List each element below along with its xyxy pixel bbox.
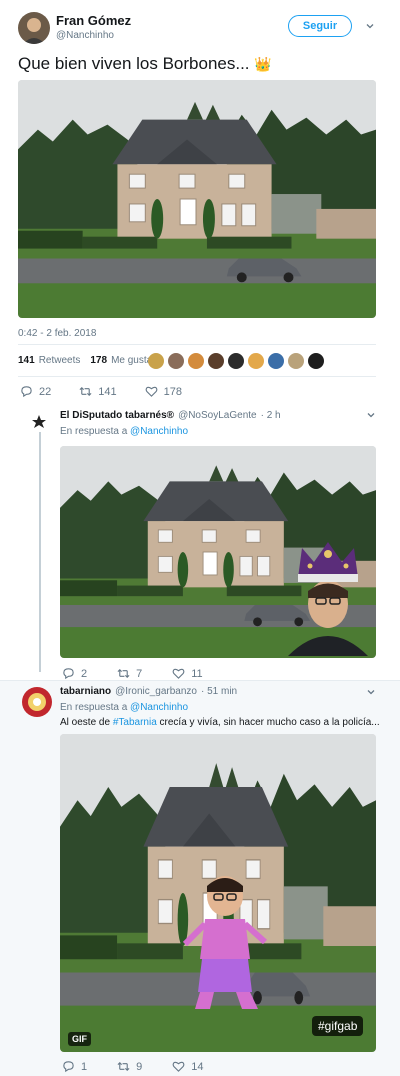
reply2-context: En respuesta a @Nanchinho bbox=[60, 702, 188, 713]
like-count: 178 bbox=[163, 385, 182, 398]
author-display-name[interactable]: Fran Gómez bbox=[56, 13, 131, 28]
liker-avatar[interactable] bbox=[228, 353, 244, 369]
like-icon bbox=[145, 386, 158, 397]
retweets-count[interactable]: 141 bbox=[18, 355, 35, 366]
retweet-count: 7 bbox=[136, 667, 143, 680]
like-count: 11 bbox=[191, 667, 203, 680]
follow-button[interactable]: Seguir bbox=[288, 15, 352, 37]
hashtag-link[interactable]: #Tabarnia bbox=[113, 717, 157, 728]
reply-button[interactable]: 22 bbox=[20, 385, 51, 398]
reply-count: 22 bbox=[39, 385, 52, 398]
liker-avatar[interactable] bbox=[148, 353, 164, 369]
reply-button[interactable]: 2 bbox=[62, 667, 87, 680]
reply1-header: El DiSputado tabarnés® @NoSoyLaGente · 2… bbox=[60, 410, 281, 421]
like-button[interactable]: 178 bbox=[145, 385, 182, 398]
reply-count: 1 bbox=[81, 1060, 88, 1073]
retweets-label[interactable]: Retweets bbox=[39, 355, 81, 366]
reply2-text: Al oeste de #Tabarnia crecía y vivía, si… bbox=[60, 717, 390, 728]
reply2-avatar[interactable] bbox=[22, 687, 52, 717]
reply2-text-after: crecía y vivía, sin hacer mucho caso a l… bbox=[159, 717, 380, 728]
reply1-avatar[interactable] bbox=[29, 412, 49, 432]
like-count: 14 bbox=[191, 1060, 204, 1073]
chevron-down-icon[interactable] bbox=[365, 21, 375, 31]
reply-icon bbox=[21, 386, 32, 398]
tweet-text: Que bien viven los Borbones... 👑 bbox=[18, 54, 272, 74]
engagement-stats: 141 Retweets 178 Me gusta bbox=[18, 355, 152, 366]
reply1-time[interactable]: · 2 h bbox=[261, 410, 281, 421]
reply1-handle[interactable]: @NoSoyLaGente bbox=[178, 410, 257, 421]
retweet-icon bbox=[117, 668, 130, 679]
tweet-photo[interactable] bbox=[18, 80, 376, 318]
retweet-button[interactable]: 7 bbox=[117, 667, 142, 680]
reply2-reply-to[interactable]: @Nanchinho bbox=[130, 702, 188, 713]
like-icon bbox=[172, 1061, 185, 1072]
reply2-display-name[interactable]: tabarniano bbox=[60, 686, 111, 697]
reply2-time[interactable]: · 51 min bbox=[201, 686, 237, 697]
like-icon bbox=[172, 668, 185, 679]
reply2-actions: 1 9 14 bbox=[62, 1060, 204, 1073]
like-button[interactable]: 14 bbox=[172, 1060, 204, 1073]
reply1-actions: 2 7 11 bbox=[62, 667, 203, 680]
retweet-button[interactable]: 9 bbox=[117, 1060, 142, 1073]
liker-avatar[interactable] bbox=[208, 353, 224, 369]
like-button[interactable]: 11 bbox=[172, 667, 203, 680]
gif-badge: GIF bbox=[68, 1032, 91, 1046]
retweet-button[interactable]: 141 bbox=[79, 385, 117, 398]
author-handle[interactable]: @Nanchinho bbox=[56, 30, 114, 41]
tweet-timestamp[interactable]: 0:42 - 2 feb. 2018 bbox=[18, 328, 96, 339]
crown-emoji: 👑 bbox=[254, 56, 272, 72]
reply-count: 2 bbox=[81, 667, 88, 680]
liker-avatar[interactable] bbox=[248, 353, 264, 369]
retweet-count: 141 bbox=[98, 385, 117, 398]
likes-label[interactable]: Me gusta bbox=[111, 355, 152, 366]
tweet-text-body: Que bien viven los Borbones... bbox=[18, 54, 250, 73]
thread-line bbox=[39, 432, 41, 672]
dancing-figure-overlay bbox=[182, 876, 268, 1009]
reply2-reply-prefix: En respuesta a bbox=[60, 702, 128, 713]
likers-avatars bbox=[148, 353, 324, 369]
reply2-gif[interactable]: GIF #gifgab bbox=[60, 734, 376, 1052]
crowned-figure-overlay bbox=[288, 542, 368, 656]
gif-tag-badge[interactable]: #gifgab bbox=[312, 1016, 364, 1036]
tweet-actions: 22 141 178 bbox=[20, 385, 182, 398]
retweet-count: 9 bbox=[136, 1060, 143, 1073]
reply-icon bbox=[63, 668, 74, 680]
liker-avatar[interactable] bbox=[268, 353, 284, 369]
divider bbox=[18, 344, 376, 345]
reply2-text-before: Al oeste de bbox=[60, 717, 111, 728]
retweet-icon bbox=[79, 386, 92, 397]
liker-avatar[interactable] bbox=[288, 353, 304, 369]
divider bbox=[18, 376, 376, 377]
reply1-context: En respuesta a @Nanchinho bbox=[60, 426, 188, 437]
likes-count[interactable]: 178 bbox=[90, 355, 107, 366]
liker-avatar[interactable] bbox=[308, 353, 324, 369]
chevron-down-icon[interactable] bbox=[366, 687, 376, 697]
reply2-header: tabarniano @Ironic_garbanzo · 51 min bbox=[60, 686, 237, 697]
reply1-reply-prefix: En respuesta a bbox=[60, 426, 128, 437]
reply2-handle[interactable]: @Ironic_garbanzo bbox=[115, 686, 197, 697]
liker-avatar[interactable] bbox=[188, 353, 204, 369]
reply1-display-name[interactable]: El DiSputado tabarnés® bbox=[60, 410, 174, 421]
chevron-down-icon[interactable] bbox=[366, 410, 376, 420]
reply1-photo[interactable] bbox=[60, 446, 376, 658]
author-avatar[interactable] bbox=[18, 12, 50, 44]
liker-avatar[interactable] bbox=[168, 353, 184, 369]
reply-button[interactable]: 1 bbox=[62, 1060, 87, 1073]
retweet-icon bbox=[117, 1061, 130, 1072]
reply1-reply-to[interactable]: @Nanchinho bbox=[130, 426, 188, 437]
reply-icon bbox=[63, 1061, 74, 1073]
